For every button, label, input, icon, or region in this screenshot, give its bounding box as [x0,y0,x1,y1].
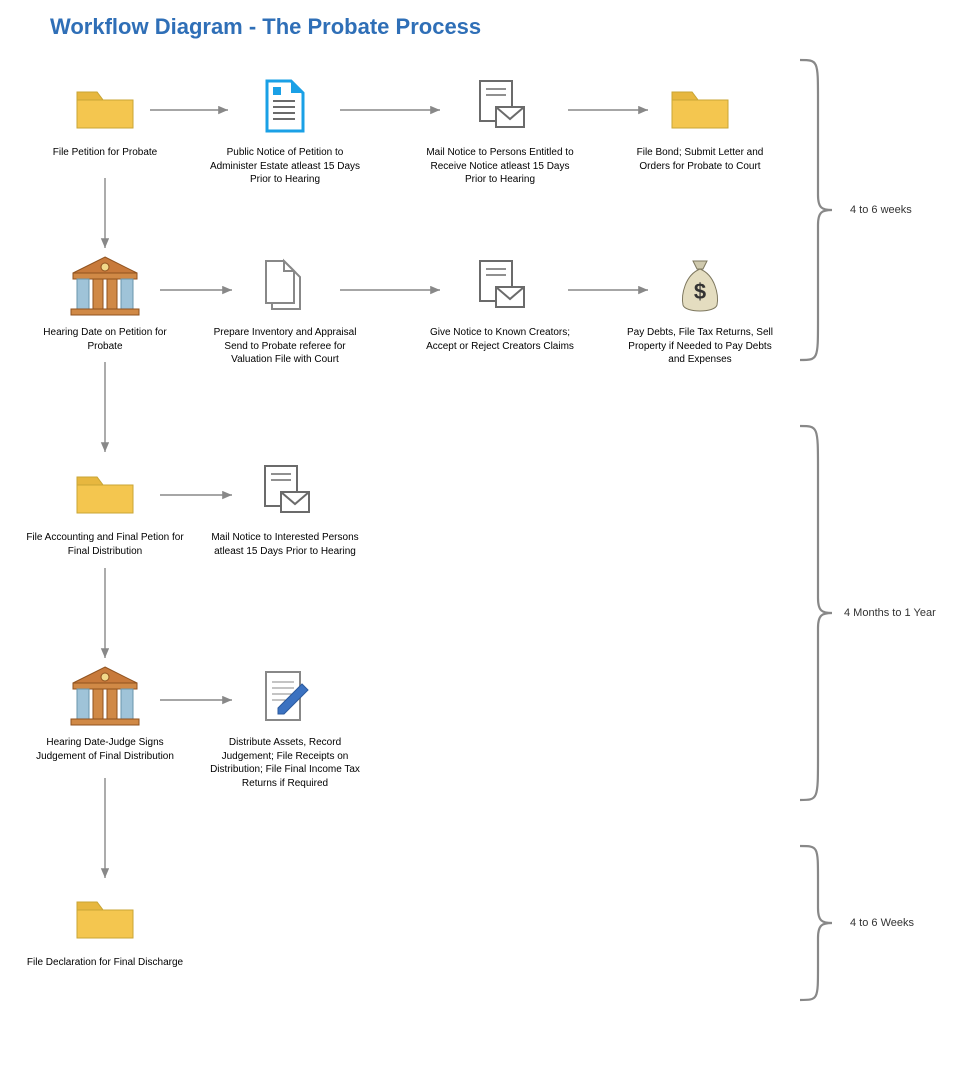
node-mail-notice-entitled: Mail Notice to Persons Entitled to Recei… [420,70,580,187]
node-hearing-date-petition: Hearing Date on Petition for Probate [25,250,185,353]
document-mail-icon [205,455,365,527]
folder-icon [25,880,185,952]
documents-stack-icon [205,250,365,322]
document-mail-icon [420,250,580,322]
node-file-declaration: File Declaration for Final Discharge [25,880,185,970]
node-caption: Pay Debts, File Tax Returns, Sell Proper… [620,326,780,367]
node-caption: Public Notice of Petition to Administer … [205,146,365,187]
node-caption: File Petition for Probate [25,146,185,160]
node-prepare-inventory: Prepare Inventory and Appraisal Send to … [205,250,365,367]
diagram-title: Workflow Diagram - The Probate Process [50,14,481,40]
duration-label-3: 4 to 6 Weeks [850,917,914,929]
node-caption: Hearing Date on Petition for Probate [25,326,185,353]
courthouse-icon [25,250,185,322]
node-caption: File Declaration for Final Discharge [25,956,185,970]
svg-text:$: $ [694,279,706,304]
duration-label-2: 4 Months to 1 Year [844,607,936,619]
courthouse-icon [25,660,185,732]
node-caption: File Bond; Submit Letter and Orders for … [620,146,780,173]
duration-label-1: 4 to 6 weeks [850,204,912,216]
folder-icon [25,455,185,527]
document-person-icon [205,70,365,142]
node-hearing-judgement: Hearing Date-Judge Signs Judgement of Fi… [25,660,185,763]
node-caption: Mail Notice to Interested Persons atleas… [205,531,365,558]
node-distribute-assets: Distribute Assets, Record Judgement; Fil… [205,660,365,790]
node-pay-debts: $ Pay Debts, File Tax Returns, Sell Prop… [620,250,780,367]
node-caption: Hearing Date-Judge Signs Judgement of Fi… [25,736,185,763]
node-mail-notice-interested: Mail Notice to Interested Persons atleas… [205,455,365,558]
document-mail-icon [420,70,580,142]
document-pen-icon [205,660,365,732]
node-caption: Mail Notice to Persons Entitled to Recei… [420,146,580,187]
node-file-accounting: File Accounting and Final Petion for Fin… [25,455,185,558]
folder-icon [25,70,185,142]
node-file-petition-probate: File Petition for Probate [25,70,185,160]
node-public-notice: Public Notice of Petition to Administer … [205,70,365,187]
folder-icon [620,70,780,142]
node-caption: File Accounting and Final Petion for Fin… [25,531,185,558]
node-notice-creditors: Give Notice to Known Creators; Accept or… [420,250,580,353]
money-bag-icon: $ [620,250,780,322]
node-caption: Prepare Inventory and Appraisal Send to … [205,326,365,367]
node-caption: Distribute Assets, Record Judgement; Fil… [205,736,365,790]
node-file-bond: File Bond; Submit Letter and Orders for … [620,70,780,173]
node-caption: Give Notice to Known Creators; Accept or… [420,326,580,353]
